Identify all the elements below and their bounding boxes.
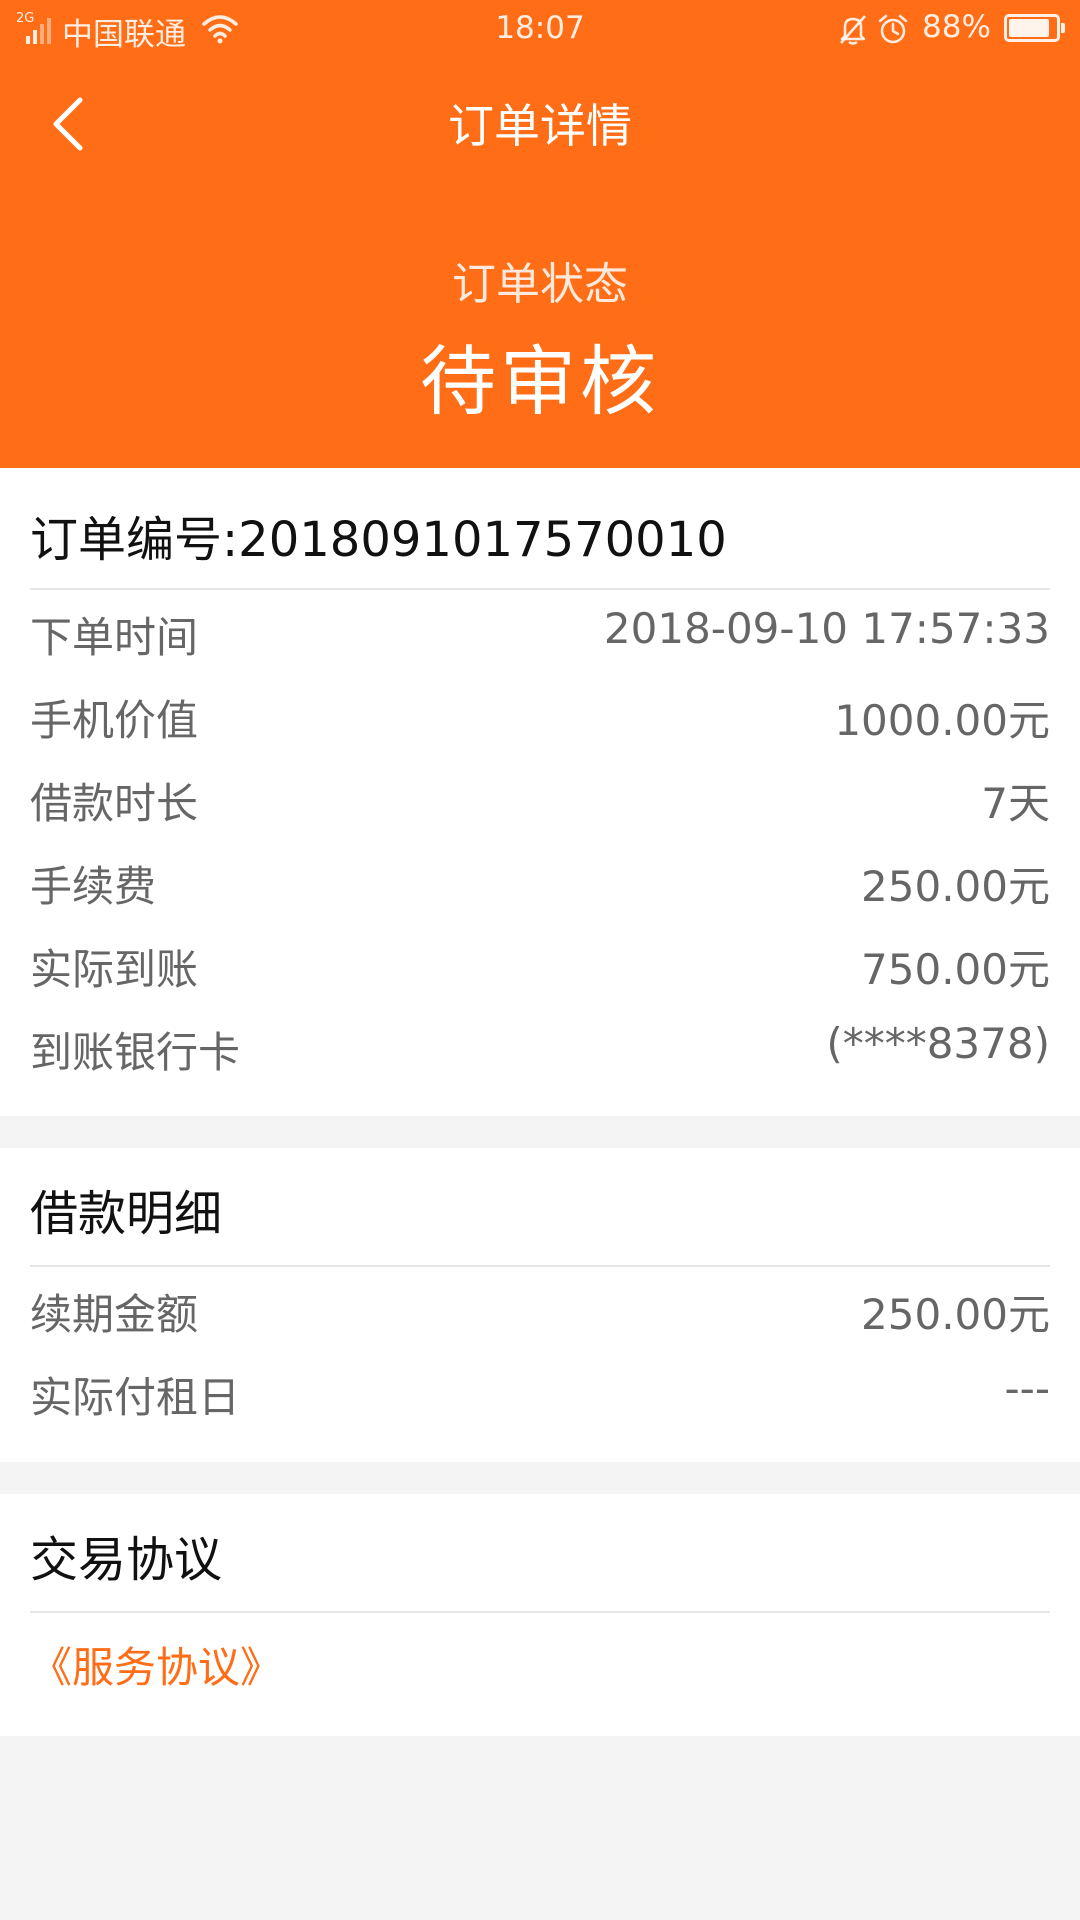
row-value: 250.00元 — [861, 1290, 1050, 1339]
battery-fill — [1009, 19, 1049, 37]
order-row-phone-value: 手机价值 1000.00元 — [30, 687, 1050, 747]
order-row-loan-duration: 借款时长 7天 — [30, 770, 1050, 830]
row-value: 750.00元 — [861, 945, 1050, 994]
bell-muted-icon — [840, 15, 866, 45]
order-header: 2G 中国联通 18:07 88% 订单详情 订单状态 待审核 — [0, 0, 1080, 468]
agreement-title: 交易协议 — [30, 1532, 223, 1588]
row-label: 手机价值 — [30, 696, 199, 745]
alarm-icon — [878, 14, 908, 44]
row-label: 到账银行卡 — [30, 1028, 241, 1077]
order-row-order-time: 下单时间 2018-09-10 17:57:33 — [30, 604, 1050, 664]
loan-row-renewal-amount: 续期金额 250.00元 — [30, 1281, 1050, 1341]
battery-icon — [1004, 14, 1065, 42]
row-value: 2018-09-10 17:57:33 — [603, 604, 1050, 653]
page-title: 订单详情 — [448, 99, 632, 153]
battery-percent: 88% — [922, 9, 991, 45]
row-label: 续期金额 — [30, 1290, 199, 1339]
row-value: 7天 — [981, 779, 1050, 828]
loan-details-title: 借款明细 — [30, 1186, 223, 1242]
divider — [30, 588, 1050, 590]
row-label: 实际付租日 — [30, 1373, 241, 1422]
row-label: 下单时间 — [30, 613, 199, 662]
row-value: --- — [1004, 1364, 1050, 1413]
divider — [30, 1611, 1050, 1613]
row-label: 手续费 — [30, 862, 157, 911]
order-status-label: 订单状态 — [452, 259, 628, 310]
order-row-bank-card: 到账银行卡 (****8378) — [30, 1019, 1050, 1079]
order-row-fee: 手续费 250.00元 — [30, 853, 1050, 913]
loan-row-actual-rent-date: 实际付租日 --- — [30, 1364, 1050, 1424]
row-value: (****8378) — [826, 1019, 1050, 1068]
order-number: 订单编号:2018091017570010 — [30, 512, 727, 568]
row-label: 实际到账 — [30, 945, 199, 994]
divider — [30, 1265, 1050, 1267]
order-row-actual-received: 实际到账 750.00元 — [30, 936, 1050, 996]
service-agreement-link[interactable]: 《服务协议》 — [30, 1634, 282, 1695]
order-status-value: 待审核 — [420, 337, 660, 426]
agreement-card: 交易协议 《服务协议》 — [0, 1494, 1080, 1736]
clock: 18:07 — [495, 10, 585, 46]
loan-details-card: 借款明细 续期金额 250.00元 实际付租日 --- — [0, 1148, 1080, 1462]
row-label: 借款时长 — [30, 779, 199, 828]
row-value: 1000.00元 — [834, 696, 1050, 745]
status-bar: 2G 中国联通 18:07 88% — [0, 0, 1080, 58]
row-value: 250.00元 — [861, 862, 1050, 911]
order-info-card: 订单编号:2018091017570010 下单时间 2018-09-10 17… — [0, 468, 1080, 1116]
